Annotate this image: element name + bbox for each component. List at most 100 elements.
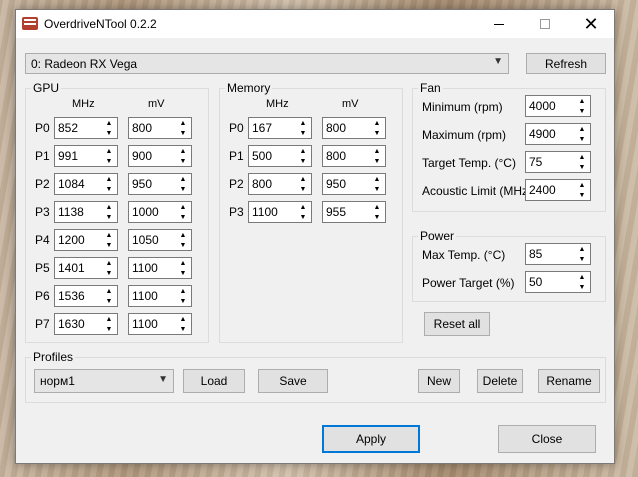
arrow-up-icon[interactable]: ▲ xyxy=(101,118,117,128)
arrow-up-icon[interactable]: ▲ xyxy=(295,146,311,156)
memory-p2-mv-stepper[interactable]: 950 ▲ ▼ xyxy=(322,173,386,195)
gpu-p4-mv-stepper[interactable]: 1050 ▲ ▼ xyxy=(128,229,192,251)
arrow-down-icon[interactable]: ▼ xyxy=(101,240,117,250)
arrow-up-icon[interactable]: ▲ xyxy=(101,174,117,184)
reset-all-button[interactable]: Reset all xyxy=(424,312,490,336)
arrow-down-icon[interactable]: ▼ xyxy=(175,156,191,166)
arrow-up-icon[interactable]: ▲ xyxy=(101,146,117,156)
arrow-up-icon[interactable]: ▲ xyxy=(369,202,385,212)
arrow-down-icon[interactable]: ▼ xyxy=(574,254,590,264)
gpu-p1-mv-stepper[interactable]: 900 ▲ ▼ xyxy=(128,145,192,167)
profile-select[interactable]: норм1 ▼ xyxy=(34,369,174,393)
spin-buttons[interactable]: ▲ ▼ xyxy=(574,244,590,264)
arrow-down-icon[interactable]: ▼ xyxy=(101,268,117,278)
arrow-up-icon[interactable]: ▲ xyxy=(574,244,590,254)
spin-buttons[interactable]: ▲ ▼ xyxy=(574,272,590,292)
spin-buttons[interactable]: ▲ ▼ xyxy=(175,258,191,278)
close-button[interactable]: Close xyxy=(498,425,596,453)
gpu-p2-mhz-stepper[interactable]: 1084 ▲ ▼ xyxy=(54,173,118,195)
spin-buttons[interactable]: ▲ ▼ xyxy=(369,146,385,166)
spin-buttons[interactable]: ▲ ▼ xyxy=(574,124,590,144)
arrow-up-icon[interactable]: ▲ xyxy=(574,124,590,134)
spin-buttons[interactable]: ▲ ▼ xyxy=(175,202,191,222)
gpu-p5-mv-stepper[interactable]: 1100 ▲ ▼ xyxy=(128,257,192,279)
arrow-down-icon[interactable]: ▼ xyxy=(175,212,191,222)
fan-field-2-stepper[interactable]: 75 ▲ ▼ xyxy=(525,151,591,173)
gpu-p0-mv-stepper[interactable]: 800 ▲ ▼ xyxy=(128,117,192,139)
memory-p0-mv-stepper[interactable]: 800 ▲ ▼ xyxy=(322,117,386,139)
save-profile-button[interactable]: Save xyxy=(258,369,328,393)
arrow-down-icon[interactable]: ▼ xyxy=(574,134,590,144)
spin-buttons[interactable]: ▲ ▼ xyxy=(295,146,311,166)
arrow-down-icon[interactable]: ▼ xyxy=(369,184,385,194)
memory-p1-mhz-stepper[interactable]: 500 ▲ ▼ xyxy=(248,145,312,167)
arrow-down-icon[interactable]: ▼ xyxy=(175,324,191,334)
gpu-p6-mv-stepper[interactable]: 1100 ▲ ▼ xyxy=(128,285,192,307)
delete-profile-button[interactable]: Delete xyxy=(477,369,523,393)
arrow-down-icon[interactable]: ▼ xyxy=(574,190,590,200)
gpu-p3-mhz-stepper[interactable]: 1138 ▲ ▼ xyxy=(54,201,118,223)
arrow-down-icon[interactable]: ▼ xyxy=(295,128,311,138)
arrow-down-icon[interactable]: ▼ xyxy=(175,268,191,278)
gpu-p2-mv-stepper[interactable]: 950 ▲ ▼ xyxy=(128,173,192,195)
close-window-button[interactable]: ✕ xyxy=(568,10,614,38)
gpu-p5-mhz-stepper[interactable]: 1401 ▲ ▼ xyxy=(54,257,118,279)
spin-buttons[interactable]: ▲ ▼ xyxy=(574,152,590,172)
spin-buttons[interactable]: ▲ ▼ xyxy=(574,96,590,116)
power-field-1-stepper[interactable]: 50 ▲ ▼ xyxy=(525,271,591,293)
memory-p3-mv-stepper[interactable]: 955 ▲ ▼ xyxy=(322,201,386,223)
spin-buttons[interactable]: ▲ ▼ xyxy=(175,230,191,250)
gpu-p0-mhz-stepper[interactable]: 852 ▲ ▼ xyxy=(54,117,118,139)
spin-buttons[interactable]: ▲ ▼ xyxy=(101,118,117,138)
spin-buttons[interactable]: ▲ ▼ xyxy=(175,118,191,138)
spin-buttons[interactable]: ▲ ▼ xyxy=(295,202,311,222)
arrow-down-icon[interactable]: ▼ xyxy=(101,128,117,138)
spin-buttons[interactable]: ▲ ▼ xyxy=(101,230,117,250)
arrow-down-icon[interactable]: ▼ xyxy=(295,156,311,166)
arrow-down-icon[interactable]: ▼ xyxy=(175,296,191,306)
arrow-up-icon[interactable]: ▲ xyxy=(369,118,385,128)
arrow-down-icon[interactable]: ▼ xyxy=(574,162,590,172)
gpu-p3-mv-stepper[interactable]: 1000 ▲ ▼ xyxy=(128,201,192,223)
arrow-up-icon[interactable]: ▲ xyxy=(574,180,590,190)
fan-field-0-stepper[interactable]: 4000 ▲ ▼ xyxy=(525,95,591,117)
spin-buttons[interactable]: ▲ ▼ xyxy=(101,286,117,306)
arrow-up-icon[interactable]: ▲ xyxy=(175,118,191,128)
spin-buttons[interactable]: ▲ ▼ xyxy=(101,314,117,334)
spin-buttons[interactable]: ▲ ▼ xyxy=(369,118,385,138)
arrow-up-icon[interactable]: ▲ xyxy=(101,314,117,324)
gpu-p7-mhz-stepper[interactable]: 1630 ▲ ▼ xyxy=(54,313,118,335)
spin-buttons[interactable]: ▲ ▼ xyxy=(175,146,191,166)
arrow-down-icon[interactable]: ▼ xyxy=(175,128,191,138)
memory-p2-mhz-stepper[interactable]: 800 ▲ ▼ xyxy=(248,173,312,195)
minimize-button[interactable] xyxy=(476,10,522,38)
new-profile-button[interactable]: New xyxy=(418,369,460,393)
arrow-down-icon[interactable]: ▼ xyxy=(175,240,191,250)
maximize-button[interactable] xyxy=(522,10,568,38)
gpu-p7-mv-stepper[interactable]: 1100 ▲ ▼ xyxy=(128,313,192,335)
fan-field-3-stepper[interactable]: 2400 ▲ ▼ xyxy=(525,179,591,201)
arrow-up-icon[interactable]: ▲ xyxy=(175,174,191,184)
arrow-up-icon[interactable]: ▲ xyxy=(574,152,590,162)
arrow-down-icon[interactable]: ▼ xyxy=(574,106,590,116)
arrow-up-icon[interactable]: ▲ xyxy=(295,174,311,184)
arrow-up-icon[interactable]: ▲ xyxy=(369,146,385,156)
spin-buttons[interactable]: ▲ ▼ xyxy=(101,174,117,194)
arrow-up-icon[interactable]: ▲ xyxy=(295,118,311,128)
spin-buttons[interactable]: ▲ ▼ xyxy=(101,258,117,278)
memory-p0-mhz-stepper[interactable]: 167 ▲ ▼ xyxy=(248,117,312,139)
arrow-up-icon[interactable]: ▲ xyxy=(101,258,117,268)
arrow-up-icon[interactable]: ▲ xyxy=(295,202,311,212)
gpu-p6-mhz-stepper[interactable]: 1536 ▲ ▼ xyxy=(54,285,118,307)
rename-profile-button[interactable]: Rename xyxy=(538,369,600,393)
arrow-up-icon[interactable]: ▲ xyxy=(369,174,385,184)
spin-buttons[interactable]: ▲ ▼ xyxy=(369,202,385,222)
spin-buttons[interactable]: ▲ ▼ xyxy=(369,174,385,194)
spin-buttons[interactable]: ▲ ▼ xyxy=(295,118,311,138)
arrow-down-icon[interactable]: ▼ xyxy=(101,184,117,194)
arrow-up-icon[interactable]: ▲ xyxy=(574,96,590,106)
arrow-down-icon[interactable]: ▼ xyxy=(101,212,117,222)
arrow-down-icon[interactable]: ▼ xyxy=(101,296,117,306)
arrow-up-icon[interactable]: ▲ xyxy=(175,258,191,268)
device-select[interactable]: 0: Radeon RX Vega ▼ xyxy=(25,53,509,74)
